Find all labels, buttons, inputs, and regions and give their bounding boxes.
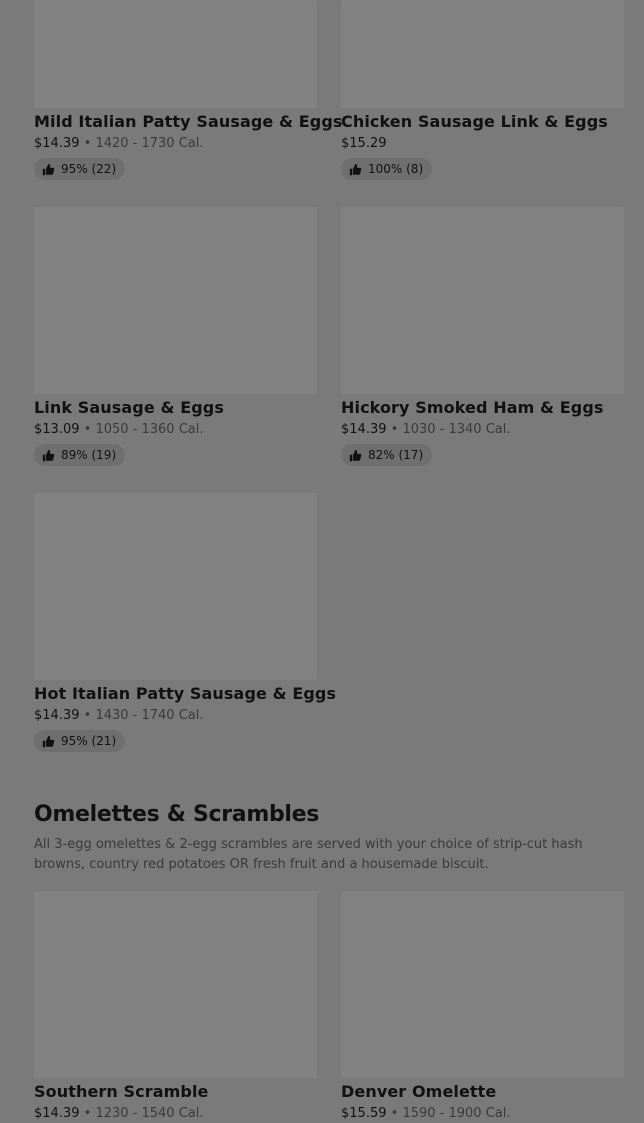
item-title: Hickory Smoked Ham & Eggs: [341, 398, 604, 417]
rating-text: 82% (17): [368, 448, 424, 462]
item-price: $14.39: [341, 422, 387, 437]
item-calories: 1420 - 1730 Cal.: [95, 136, 204, 151]
item-image: [341, 207, 624, 394]
item-meta: $15.59 • 1590 - 1900 Cal.: [341, 1106, 511, 1121]
item-title: Southern Scramble: [34, 1082, 209, 1101]
item-price: $15.29: [341, 136, 387, 151]
menu-item-card[interactable]: Hickory Smoked Ham & Eggs $14.39 • 1030 …: [341, 207, 625, 466]
menu-item-card[interactable]: Hot Italian Patty Sausage & Eggs $14.39 …: [34, 493, 337, 752]
item-price: $15.59: [341, 1106, 387, 1121]
item-image: [341, 891, 624, 1078]
rating-badge: 100% (8): [341, 158, 433, 180]
rating-badge: 89% (19): [34, 444, 126, 466]
menu-item-card[interactable]: Chicken Sausage Link & Eggs $15.29 100% …: [341, 0, 625, 180]
item-image: [34, 493, 317, 680]
item-calories: 1230 - 1540 Cal.: [95, 1106, 204, 1121]
rating-text: 95% (21): [61, 734, 117, 748]
thumbs-up-icon: [42, 735, 55, 747]
item-price: $14.39: [34, 136, 80, 151]
item-meta: $15.29: [341, 135, 625, 153]
item-meta: $13.09 • 1050 - 1360 Cal.: [34, 422, 204, 437]
thumbs-up-icon: [349, 163, 362, 175]
section-title: Omelettes & Scrambles: [34, 802, 320, 827]
menu-item-card[interactable]: Southern Scramble $14.39 • 1230 - 1540 C…: [34, 891, 318, 1123]
item-title: Chicken Sausage Link & Eggs: [341, 112, 608, 131]
item-image: [34, 891, 317, 1078]
item-meta: $14.39 • 1430 - 1740 Cal.: [34, 708, 204, 723]
item-meta: $14.39 • 1420 - 1730 Cal.: [34, 136, 204, 151]
item-image: [34, 207, 317, 394]
menu-item-card[interactable]: Mild Italian Patty Sausage & Eggs $14.39…: [34, 0, 343, 180]
item-price: $14.39: [34, 1106, 80, 1121]
menu-item-card[interactable]: Denver Omelette $15.59 • 1590 - 1900 Cal…: [341, 891, 625, 1123]
item-calories: 1050 - 1360 Cal.: [95, 422, 204, 437]
rating-badge: 95% (22): [34, 158, 126, 180]
item-price: $14.39: [34, 708, 80, 723]
rating-text: 100% (8): [368, 162, 424, 176]
item-image: [34, 0, 317, 108]
item-calories: 1590 - 1900 Cal.: [402, 1106, 511, 1121]
menu-item-card[interactable]: Link Sausage & Eggs $13.09 • 1050 - 1360…: [34, 207, 318, 466]
item-price: $13.09: [34, 422, 80, 437]
item-calories: 1430 - 1740 Cal.: [95, 708, 204, 723]
thumbs-up-icon: [42, 449, 55, 461]
item-image: [341, 0, 624, 108]
section-description: All 3-egg omelettes & 2-egg scrambles ar…: [34, 837, 583, 872]
thumbs-up-icon: [42, 163, 55, 175]
rating-text: 89% (19): [61, 448, 117, 462]
item-title: Link Sausage & Eggs: [34, 398, 224, 417]
thumbs-up-icon: [349, 449, 362, 461]
rating-text: 95% (22): [61, 162, 117, 176]
item-calories: 1030 - 1340 Cal.: [402, 422, 511, 437]
item-title: Hot Italian Patty Sausage & Eggs: [34, 684, 337, 703]
item-title: Denver Omelette: [341, 1082, 497, 1101]
item-meta: $14.39 • 1030 - 1340 Cal.: [341, 422, 511, 437]
rating-badge: 95% (21): [34, 730, 126, 752]
item-meta: $14.39 • 1230 - 1540 Cal.: [34, 1106, 204, 1121]
menu-page: Mild Italian Patty Sausage & Eggs $14.39…: [0, 0, 644, 1121]
item-title: Mild Italian Patty Sausage & Eggs: [34, 112, 343, 131]
rating-badge: 82% (17): [341, 444, 433, 466]
